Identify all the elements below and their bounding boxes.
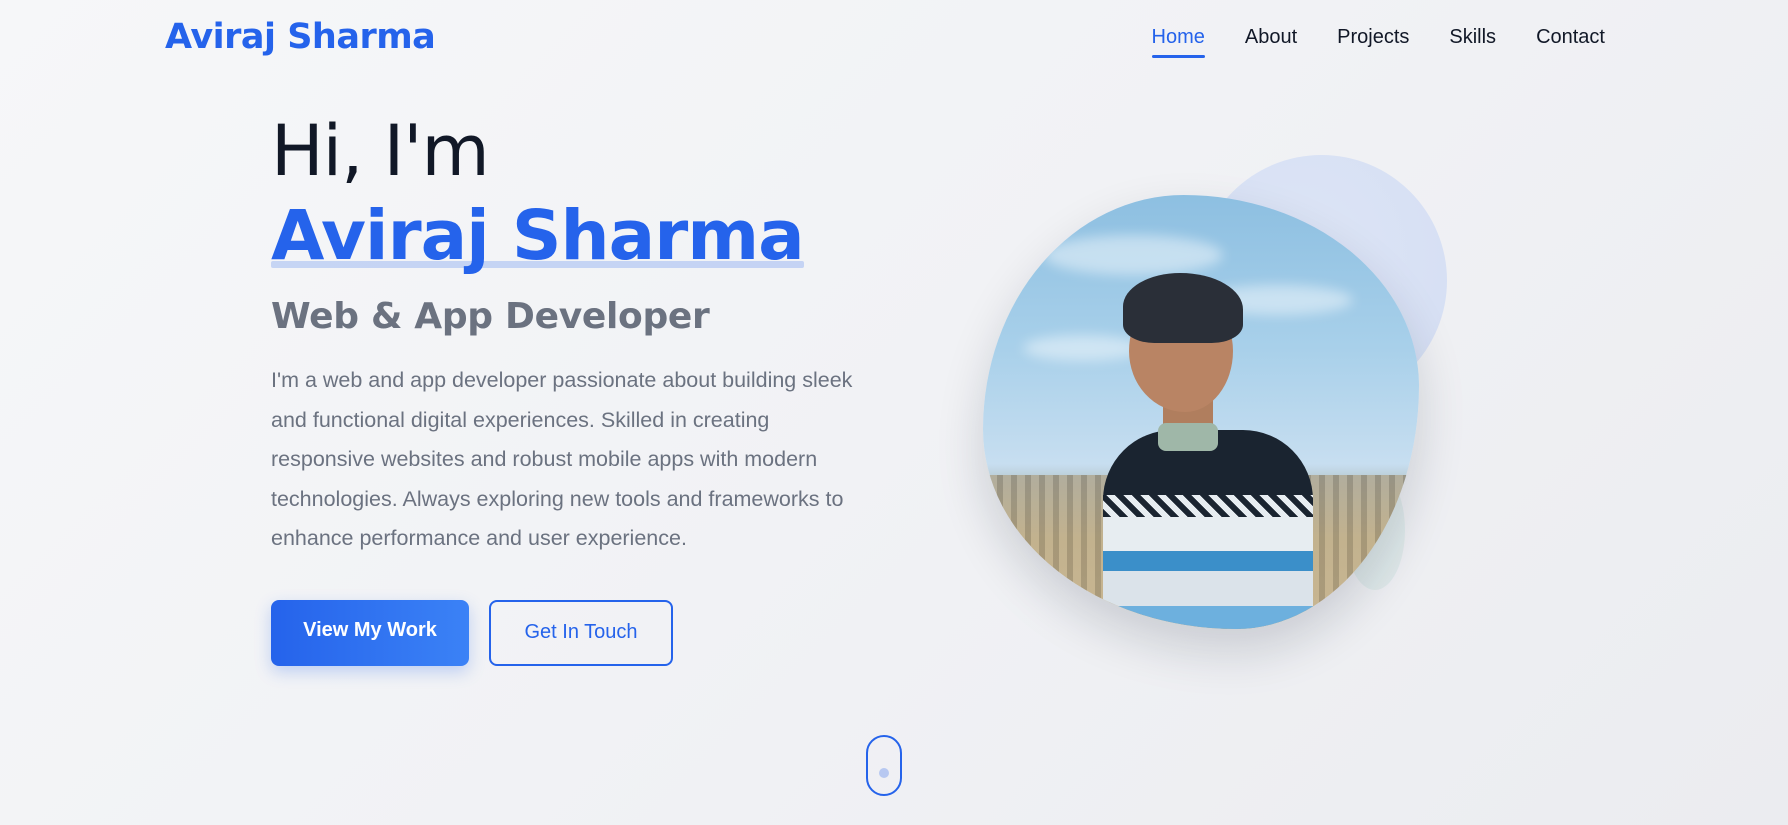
hero-actions: View My Work Get In Touch bbox=[271, 599, 891, 666]
get-in-touch-button[interactable]: Get In Touch bbox=[489, 599, 673, 666]
nav-link-home[interactable]: Home bbox=[1151, 21, 1206, 58]
nav-links: Home About Projects Skills Contact bbox=[1151, 21, 1605, 58]
scroll-dot bbox=[879, 768, 889, 778]
top-nav: Aviraj Sharma Home About Projects Skills… bbox=[0, 0, 1788, 74]
hero-greeting: Hi, I'm bbox=[271, 110, 490, 192]
nav-link-skills[interactable]: Skills bbox=[1449, 21, 1496, 56]
nav-link-about[interactable]: About bbox=[1245, 21, 1297, 56]
hero-description: I'm a web and app developer passionate a… bbox=[271, 368, 853, 550]
nav-link-contact[interactable]: Contact bbox=[1536, 21, 1605, 56]
hero-name: Aviraj Sharma bbox=[271, 196, 805, 276]
person-sweater bbox=[1103, 430, 1313, 629]
mouse-scroll-icon[interactable] bbox=[866, 735, 902, 796]
hero-section: Hi, I'm Aviraj Sharma Web & App Develope… bbox=[271, 108, 891, 666]
hero-role: Web & App Developer bbox=[271, 296, 710, 337]
view-my-work-button[interactable]: View My Work bbox=[271, 599, 469, 666]
site-logo[interactable]: Aviraj Sharma bbox=[165, 12, 436, 62]
nav-link-projects[interactable]: Projects bbox=[1337, 21, 1409, 56]
profile-photo bbox=[983, 195, 1419, 629]
